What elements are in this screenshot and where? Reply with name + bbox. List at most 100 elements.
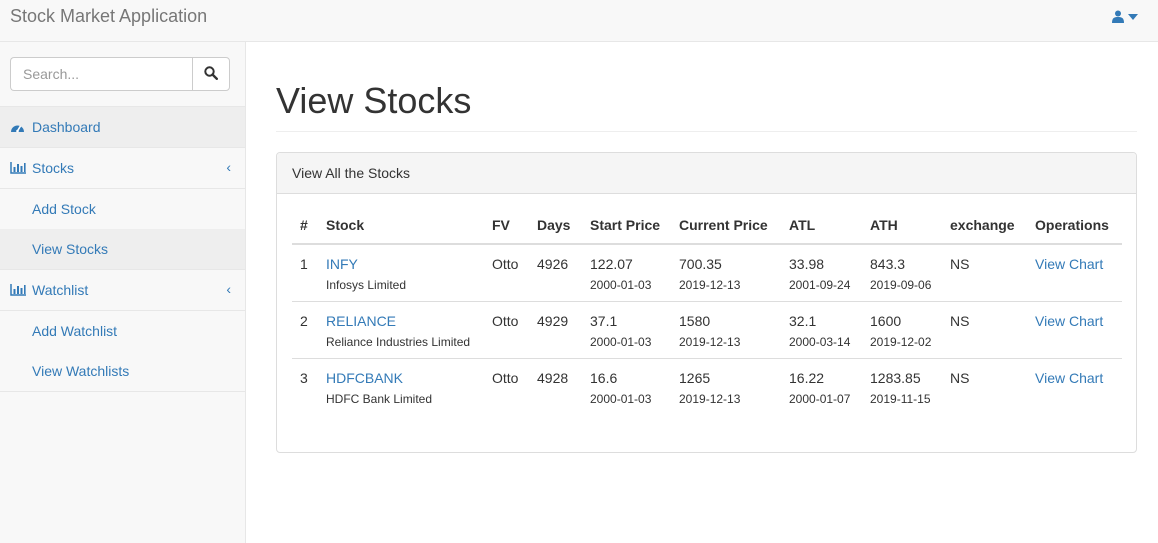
caret-down-icon — [1128, 13, 1138, 20]
column-header: FV — [484, 215, 529, 245]
row-index: 2 — [292, 301, 318, 359]
operations-cell: View Chart — [1027, 301, 1122, 359]
column-header: Days — [529, 215, 582, 245]
exchange-cell: NS — [942, 244, 1027, 302]
column-header: Operations — [1027, 215, 1122, 245]
days-cell: 4926 — [529, 244, 582, 302]
table-header-row: # Stock FV Days Start Price Current Pric… — [292, 215, 1122, 245]
stocks-submenu: Add Stock View Stocks — [0, 189, 245, 270]
ath-cell: 1600 2019-12-02 — [862, 301, 942, 359]
current-price-cell: 1265 2019-12-13 — [671, 358, 781, 415]
column-header: Current Price — [671, 215, 781, 245]
ath-cell: 1283.85 2019-11-15 — [862, 358, 942, 415]
ath-value: 843.3 — [870, 256, 906, 272]
sidebar-item-view-stocks[interactable]: View Stocks — [0, 229, 245, 269]
chevron-left-icon: ‹ — [226, 281, 231, 297]
ath-date: 2019-12-02 — [870, 334, 932, 349]
stock-name: HDFC Bank Limited — [326, 391, 433, 406]
ath-cell: 843.3 2019-09-06 — [862, 244, 942, 302]
sidebar-item-stocks[interactable]: Stocks ‹ — [0, 148, 245, 189]
sidebar-item-label: Stocks — [32, 160, 75, 176]
view-chart-link[interactable]: View Chart — [1035, 313, 1103, 329]
user-icon — [1112, 10, 1124, 23]
start-price: 37.1 — [590, 312, 618, 329]
exchange-cell: NS — [950, 369, 970, 386]
row-index: 1 — [292, 244, 318, 302]
atl-cell: 16.22 2000-01-07 — [781, 358, 862, 415]
stock-name: Reliance Industries Limited — [326, 334, 471, 349]
fv-cell: Otto — [484, 301, 529, 359]
column-header: ATH — [862, 215, 942, 245]
column-header: # — [292, 215, 318, 245]
dashboard-icon — [10, 120, 26, 134]
current-price: 700.35 — [679, 256, 722, 272]
current-date: 2019-12-13 — [679, 278, 741, 292]
sidebar-item-watchlist[interactable]: Watchlist ‹ — [0, 270, 245, 311]
start-price: 122.07 — [590, 256, 633, 272]
sidebar-item-add-stock[interactable]: Add Stock — [0, 189, 245, 229]
panel-heading: View All the Stocks — [277, 153, 1136, 194]
sidebar-item-add-watchlist[interactable]: Add Watchlist — [0, 311, 245, 351]
column-header: exchange — [942, 215, 1027, 245]
stock-symbol-link[interactable]: HDFCBANK — [326, 370, 403, 386]
bar-chart-icon — [10, 161, 26, 175]
atl-cell: 32.1 2000-03-14 — [781, 301, 862, 359]
search-icon — [204, 65, 218, 83]
fv-cell: Otto — [484, 244, 529, 302]
start-date: 2000-01-03 — [590, 334, 652, 349]
stock-symbol-link[interactable]: INFY — [326, 256, 358, 272]
start-date: 2000-01-03 — [590, 391, 652, 406]
sidebar-item-view-watchlists[interactable]: View Watchlists — [0, 351, 245, 391]
ath-date: 2019-11-15 — [870, 391, 931, 406]
stock-symbol-link[interactable]: RELIANCE — [326, 313, 396, 329]
atl-value: 32.1 — [789, 312, 817, 329]
user-menu-button[interactable] — [1112, 10, 1138, 23]
operations-cell: View Chart — [1027, 358, 1122, 415]
fv-cell: Otto — [492, 369, 519, 386]
table-row: 3 HDFCBANK HDFC Bank Limited Otto 4928 16… — [292, 358, 1122, 415]
title-divider — [276, 131, 1137, 132]
current-price: 1265 — [679, 369, 711, 386]
search-group — [10, 57, 230, 91]
ath-value: 1283.85 — [870, 369, 921, 386]
chevron-left-icon: ‹ — [226, 159, 231, 175]
search-button[interactable] — [192, 57, 230, 91]
table-row: 2 RELIANCE Reliance Industries Limited Ot… — [292, 301, 1122, 359]
bar-chart-icon — [10, 283, 26, 297]
current-date: 2019-12-13 — [679, 334, 741, 349]
exchange-cell: NS — [942, 301, 1027, 359]
stock-cell: INFY Infosys Limited — [318, 244, 484, 302]
top-navbar: Stock Market Application — [0, 0, 1158, 42]
atl-value: 33.98 — [789, 256, 825, 272]
stocks-panel: View All the Stocks # Stock FV Days Star… — [276, 152, 1137, 453]
atl-cell: 33.98 2001-09-24 — [781, 244, 862, 302]
stock-cell: RELIANCE Reliance Industries Limited — [318, 301, 484, 359]
ath-value: 1600 — [870, 312, 902, 329]
start-price: 16.6 — [590, 369, 618, 386]
column-header: ATL — [781, 215, 862, 245]
table-row: 1 INFY Infosys Limited Otto 4926 122.07 20… — [292, 244, 1122, 302]
app-brand[interactable]: Stock Market Application — [10, 6, 207, 27]
stocks-table: # Stock FV Days Start Price Current Pric… — [292, 215, 1122, 415]
view-chart-link[interactable]: View Chart — [1035, 256, 1103, 272]
watchlist-submenu: Add Watchlist View Watchlists — [0, 311, 245, 392]
atl-date: 2000-01-07 — [789, 391, 851, 406]
search-input[interactable] — [10, 57, 192, 91]
row-index: 3 — [300, 369, 308, 386]
atl-value: 16.22 — [789, 369, 825, 386]
start-date: 2000-01-03 — [590, 278, 652, 292]
current-date: 2019-12-13 — [679, 391, 741, 406]
stock-name: Infosys Limited — [326, 278, 407, 292]
view-chart-link[interactable]: View Chart — [1035, 370, 1103, 386]
column-header: Start Price — [582, 215, 671, 245]
column-header: Stock — [318, 215, 484, 245]
ath-date: 2019-09-06 — [870, 278, 932, 292]
current-price-cell: 1580 2019-12-13 — [671, 301, 781, 359]
current-price: 1580 — [679, 312, 711, 329]
sidebar-item-label: Watchlist — [32, 282, 89, 298]
days-cell: 4929 — [529, 301, 582, 359]
atl-date: 2001-09-24 — [789, 278, 851, 292]
sidebar-menu: Dashboard Stocks ‹ Add Stock View Stocks… — [0, 106, 245, 392]
sidebar-item-dashboard[interactable]: Dashboard — [0, 107, 245, 148]
operations-cell: View Chart — [1027, 244, 1122, 302]
